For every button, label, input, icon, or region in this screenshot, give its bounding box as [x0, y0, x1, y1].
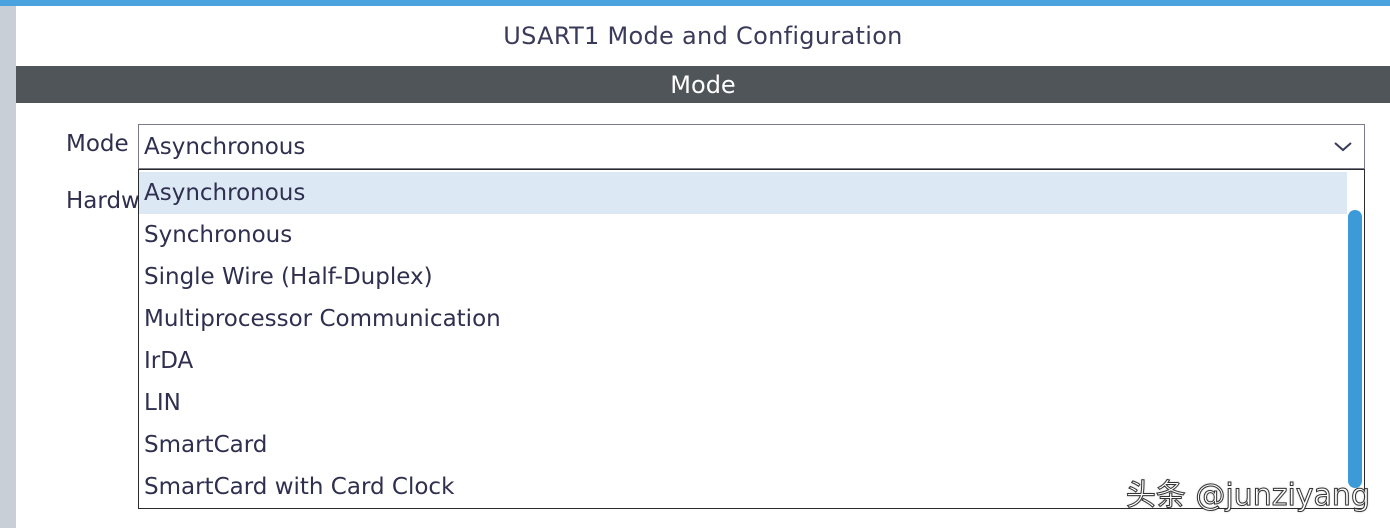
- option-smartcard[interactable]: SmartCard: [139, 424, 1347, 466]
- option-asynchronous[interactable]: Asynchronous: [139, 172, 1347, 214]
- mode-section-header[interactable]: Mode: [16, 66, 1390, 103]
- mode-dropdown-list[interactable]: Asynchronous Synchronous Single Wire (Ha…: [138, 169, 1365, 509]
- section-header-label: Mode: [670, 70, 736, 99]
- usart-config-window: USART1 Mode and Configuration Mode Mode …: [0, 0, 1390, 528]
- option-label: Asynchronous: [144, 180, 306, 206]
- option-synchronous[interactable]: Synchronous: [139, 214, 1347, 256]
- option-label: SmartCard: [144, 432, 268, 458]
- mode-label: Mode: [66, 131, 129, 157]
- option-lin[interactable]: LIN: [139, 382, 1347, 424]
- mode-select[interactable]: Asynchronous: [138, 124, 1365, 169]
- dropdown-scrollbar[interactable]: [1348, 210, 1362, 488]
- option-label: Multiprocessor Communication: [144, 306, 501, 332]
- option-irda[interactable]: IrDA: [139, 340, 1347, 382]
- option-label: SmartCard with Card Clock: [144, 474, 455, 500]
- option-label: Synchronous: [144, 222, 293, 248]
- left-side-bar: [0, 6, 16, 528]
- chevron-down-icon: [1334, 142, 1352, 152]
- option-label: IrDA: [144, 348, 194, 374]
- mode-select-value: Asynchronous: [144, 133, 306, 160]
- option-single-wire[interactable]: Single Wire (Half-Duplex): [139, 256, 1347, 298]
- panel-title: USART1 Mode and Configuration: [503, 22, 903, 50]
- option-label: LIN: [144, 390, 181, 416]
- option-multiprocessor[interactable]: Multiprocessor Communication: [139, 298, 1347, 340]
- hardware-flow-control-label: Hardw: [66, 188, 138, 214]
- option-label: Single Wire (Half-Duplex): [144, 264, 433, 290]
- watermark: 头条 @junziyang: [1125, 478, 1370, 514]
